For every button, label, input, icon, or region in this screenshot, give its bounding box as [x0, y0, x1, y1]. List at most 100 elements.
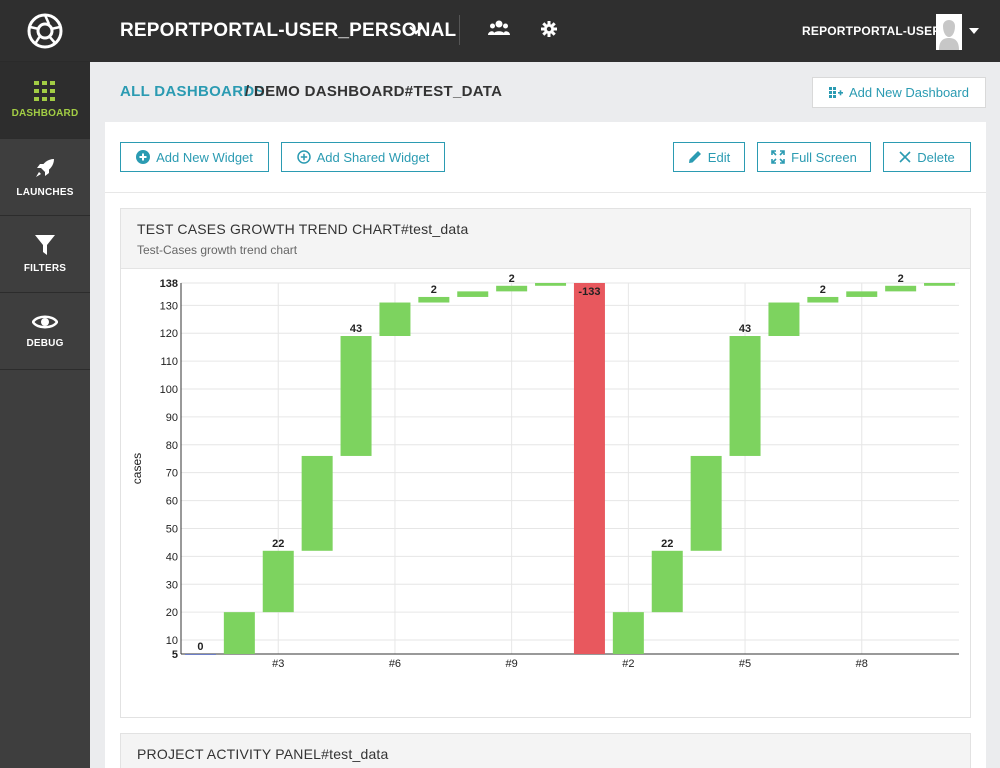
bar-data-label: 22	[661, 538, 673, 550]
edit-label: Edit	[707, 149, 731, 165]
gear-icon[interactable]	[541, 21, 557, 37]
x-tick-label: #5	[739, 658, 751, 670]
sidebar-item-label: DEBUG	[26, 338, 64, 349]
waterfall-bar	[846, 291, 878, 297]
y-tick-label: 70	[166, 468, 178, 480]
chevron-down-icon[interactable]	[408, 24, 424, 36]
sidebar-item-label: DASHBOARD	[11, 108, 79, 119]
avatar[interactable]	[936, 14, 962, 50]
x-tick-label: #3	[272, 658, 284, 670]
plus-circle-icon	[136, 150, 151, 164]
bar-data-label: 22	[272, 538, 284, 550]
caret-down-icon[interactable]	[969, 28, 979, 34]
sidebar-item-debug[interactable]: DEBUG	[0, 293, 90, 370]
user-name[interactable]: REPORTPORTAL-USER	[802, 24, 941, 38]
full-screen-button[interactable]: Full Screen	[757, 142, 871, 172]
waterfall-bar	[301, 455, 333, 551]
growth-trend-chart: 5102030405060708090100110120130138#3 #6 #9…	[130, 273, 959, 670]
project-selector[interactable]: REPORTPORTAL-USER_PERSONAL	[120, 20, 456, 42]
x-tick-label: #9	[506, 658, 518, 670]
dashboard-content: Add New Widget Add Shared Widget Edit Fu…	[105, 122, 986, 768]
waterfall-bar	[573, 283, 605, 654]
bar-data-label: 43	[739, 323, 751, 335]
top-header: REPORTPORTAL-USER_PERSONAL REPORTPORTAL-…	[90, 0, 1000, 62]
waterfall-bar	[262, 550, 294, 613]
bar-data-label: 43	[350, 323, 362, 335]
full-screen-label: Full Screen	[791, 149, 857, 165]
breadcrumb-current: / DEMO DASHBOARD#TEST_DATA	[245, 83, 503, 100]
filter-funnel-icon	[35, 235, 55, 255]
y-axis-label: cases	[130, 453, 144, 484]
widget-title: PROJECT ACTIVITY PANEL#test_data	[137, 746, 389, 762]
sidebar-item-filters[interactable]: FILTERS	[0, 216, 90, 293]
bar-data-label: 2	[820, 284, 826, 296]
y-tick-label: 20	[166, 607, 178, 619]
eye-icon	[32, 315, 58, 329]
add-new-dashboard-label: Add New Dashboard	[849, 85, 969, 100]
close-icon	[899, 151, 911, 163]
fullscreen-icon	[771, 150, 785, 164]
delete-button[interactable]: Delete	[883, 142, 971, 172]
waterfall-bar	[924, 283, 956, 286]
y-tick-label: 50	[166, 523, 178, 535]
header-divider	[459, 15, 460, 45]
waterfall-bar	[651, 550, 683, 613]
bar-data-label: -133	[578, 286, 600, 298]
breadcrumb-all-dashboards[interactable]: ALL DASHBOARDS	[120, 83, 265, 100]
add-new-dashboard-button[interactable]: Add New Dashboard	[812, 77, 986, 108]
waterfall-bar	[379, 302, 411, 336]
sidebar-item-launches[interactable]: LAUNCHES	[0, 139, 90, 216]
sidebar: DASHBOARD LAUNCHES FILTERS DEBUG	[0, 0, 90, 768]
add-shared-widget-label: Add Shared Widget	[316, 149, 430, 165]
waterfall-bar	[418, 296, 450, 303]
widget-title: TEST CASES GROWTH TREND CHART#test_data	[137, 221, 469, 237]
sidebar-item-dashboard[interactable]: DASHBOARD	[0, 62, 90, 139]
y-tick-label: 60	[166, 496, 178, 508]
delete-label: Delete	[917, 149, 955, 165]
pencil-icon	[688, 151, 701, 163]
sidebar-item-label: FILTERS	[23, 263, 67, 274]
waterfall-bar	[612, 612, 644, 654]
user-silhouette-icon	[936, 14, 962, 50]
waterfall-bar	[184, 654, 216, 655]
add-new-widget-label: Add New Widget	[156, 149, 253, 165]
y-tick-label: 130	[160, 300, 178, 312]
waterfall-bar	[457, 291, 489, 297]
x-tick-label: #8	[856, 658, 868, 670]
widget-project-activity-panel: PROJECT ACTIVITY PANEL#test_data	[120, 733, 971, 768]
waterfall-bar	[729, 336, 761, 456]
y-tick-label: 80	[166, 440, 178, 452]
y-tick-label: 10	[166, 635, 178, 647]
waterfall-bar	[535, 283, 567, 286]
bar-data-label: 2	[898, 273, 904, 285]
waterfall-bar	[496, 285, 528, 292]
waterfall-bar	[223, 612, 255, 654]
y-tick-label: 138	[160, 278, 178, 290]
plus-circle-outline-icon	[296, 150, 311, 164]
widget-header[interactable]: TEST CASES GROWTH TREND CHART#test_data …	[121, 209, 970, 269]
rocket-icon	[36, 159, 54, 177]
waterfall-bar	[340, 336, 372, 456]
reportportal-logo-icon	[27, 13, 63, 48]
waterfall-bar	[807, 296, 839, 303]
y-tick-label: 30	[166, 579, 178, 591]
toolbar-divider	[105, 192, 986, 193]
y-tick-label: 5	[172, 649, 178, 661]
bar-data-label: 0	[197, 641, 203, 653]
members-icon[interactable]	[488, 20, 510, 36]
y-tick-label: 100	[160, 384, 178, 396]
dashboard-grid-icon	[34, 81, 55, 101]
logo[interactable]	[0, 0, 90, 62]
bar-data-label: 2	[431, 284, 437, 296]
x-tick-label: #2	[622, 658, 634, 670]
waterfall-bar	[768, 302, 800, 336]
x-tick-label: #6	[389, 658, 401, 670]
add-shared-widget-button[interactable]: Add Shared Widget	[281, 142, 445, 172]
add-new-widget-button[interactable]: Add New Widget	[120, 142, 269, 172]
y-tick-label: 110	[160, 356, 178, 368]
y-tick-label: 120	[160, 328, 178, 340]
sidebar-item-label: LAUNCHES	[16, 187, 74, 198]
edit-button[interactable]: Edit	[673, 142, 745, 172]
add-dashboard-icon	[829, 86, 844, 98]
waterfall-bar	[885, 285, 917, 292]
